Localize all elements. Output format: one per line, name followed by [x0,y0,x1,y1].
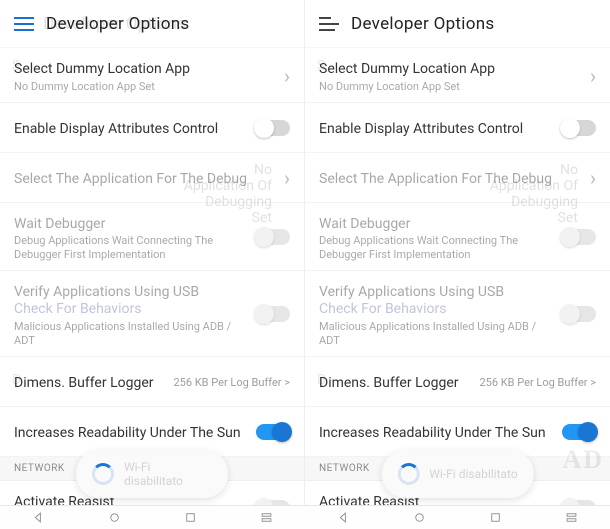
toast-text: Wi-Fi disabilitato [124,460,212,488]
toggle-wait-debugger [256,229,290,245]
spinner-icon [92,463,114,485]
buffer-value: 256 KB Per Log Buffer > [174,376,291,389]
android-navbar [0,505,610,529]
page-title: Developer Options [351,14,494,34]
hamburger-icon[interactable] [14,17,34,31]
nav-home-icon[interactable] [412,510,427,525]
nav-back-icon[interactable] [336,510,351,525]
chevron-right-icon: › [590,66,596,86]
sort-icon[interactable] [319,17,339,31]
label: Wait Debugger [14,216,105,232]
header: Developer Options [305,0,610,48]
settings-panel-right: Developer Options S Select Dummy Locatio… [305,0,610,505]
label: Enable Display Attributes Control [14,121,218,137]
ghost-subtitle: Check For Behaviors [14,301,248,319]
toggle-readability[interactable] [256,424,290,440]
chevron-right-icon: › [284,66,290,86]
toggle-display-attributes[interactable] [256,120,290,136]
page-title: Developer Options [46,14,189,34]
row-wait-debugger: Wait Debugger Debug Applications Wait Co… [0,203,304,271]
label: Dimens. Buffer Logger [319,375,458,391]
label: Dimens. Buffer Logger [14,375,153,391]
label: Verify Applications Using USB [319,284,504,300]
ghost-subtitle: Check For Behaviors [319,301,554,319]
toggle-verify-usb [256,306,290,322]
toast-text: Wi-Fi disabilitato [429,467,517,481]
row-verify-usb: Verify Applications Using USB Check For … [0,271,304,357]
loading-toast: Wi-Fi disabilitato [381,450,533,498]
row-verify-usb: Verify Applications Using USB Check For … [305,271,610,357]
label: Select The Application For The Debug [319,171,552,187]
row-debug-app[interactable]: Select The Application For The Debug No … [305,153,610,203]
subtitle: Debug Applications Wait Connecting The D… [14,234,248,262]
label: Increases Readability Under The Sun [319,425,546,441]
nav-recent-icon[interactable] [183,510,198,525]
label: Select Dummy Location App [319,61,495,77]
loading-toast: Wi-Fi disabilitato [76,450,228,498]
label: Select The Application For The Debug [14,171,247,187]
chevron-right-icon: › [284,168,290,188]
subtitle: Debug Applications Wait Connecting The D… [319,234,554,262]
subtitle: No Dummy Location App Set [319,80,582,94]
row-debug-app[interactable]: Select The Application For The Debug No … [0,153,304,203]
label: Select Dummy Location App [14,61,190,77]
nav-recent-icon[interactable] [488,510,503,525]
label: Wait Debugger [319,216,410,232]
toggle-wait-debugger [562,229,596,245]
row-dummy-location[interactable]: S Select Dummy Location App No Dummy Loc… [305,48,610,103]
label: Verify Applications Using USB [14,284,199,300]
toggle-readability[interactable] [562,424,596,440]
nav-back-icon[interactable] [31,510,46,525]
spinner-icon [397,463,419,485]
subtitle: Malicious Applications Installed Using A… [14,320,248,348]
nav-split-icon[interactable] [259,510,274,525]
subtitle: Malicious Applications Installed Using A… [319,320,554,348]
label: Increases Readability Under The Sun [14,425,241,441]
settings-panel-left: Developer Options Developer Options S Se… [0,0,305,505]
row-display-attributes[interactable]: Enable Display Attributes Control [305,103,610,153]
label: Enable Display Attributes Control [319,121,523,137]
row-wait-debugger: Wait Debugger Debug Applications Wait Co… [305,203,610,271]
nav-home-icon[interactable] [107,510,122,525]
row-dummy-location[interactable]: S Select Dummy Location App No Dummy Loc… [0,48,304,103]
subtitle: No Dummy Location App Set [14,80,276,94]
chevron-right-icon: › [590,168,596,188]
row-buffer-logger[interactable]: D Dimens. Buffer Logger 256 KB Per Log B… [0,357,304,407]
toggle-display-attributes[interactable] [562,120,596,136]
toggle-verify-usb [562,306,596,322]
row-buffer-logger[interactable]: D Dimens. Buffer Logger 256 KB Per Log B… [305,357,610,407]
row-display-attributes[interactable]: Enable Display Attributes Control [0,103,304,153]
nav-split-icon[interactable] [564,510,579,525]
buffer-value: 256 KB Per Log Buffer > [480,376,597,389]
header: Developer Options Developer Options [0,0,304,48]
